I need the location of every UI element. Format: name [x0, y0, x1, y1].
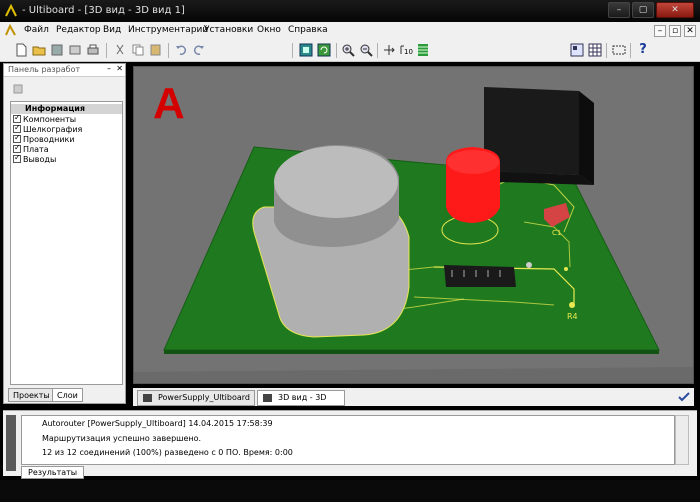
select-area-icon[interactable]: [612, 43, 626, 57]
output-line: 12 из 12 соединений (100%) разведено с 0…: [42, 448, 293, 457]
overlay-letter: A: [153, 79, 185, 128]
list-item[interactable]: Проводники: [13, 133, 75, 145]
close-button[interactable]: ✕: [656, 2, 694, 18]
menu-file[interactable]: Файл: [24, 25, 49, 35]
mdi-restore-button[interactable]: ▫: [669, 25, 681, 37]
output-line: Autorouter [PowerSupply_Ultiboard] 14.04…: [42, 419, 273, 428]
checkbox[interactable]: [13, 113, 21, 123]
zoom-in-icon[interactable]: [341, 43, 355, 57]
refresh-icon[interactable]: [317, 43, 331, 57]
board-doc-icon: [143, 394, 152, 402]
panel-close-button[interactable]: ✕: [116, 64, 123, 73]
new-icon[interactable]: [14, 43, 28, 57]
output-side-label: [6, 415, 16, 471]
menu-edit[interactable]: Редактор: [56, 25, 101, 35]
mdi-close-button[interactable]: ✕: [684, 25, 696, 37]
status-bar: [0, 480, 700, 502]
panel-pin-button[interactable]: –: [107, 64, 111, 73]
ic-chip: [444, 265, 516, 287]
tab-layers[interactable]: Слои: [52, 388, 83, 402]
panel-title: Панель разработ: [8, 65, 81, 74]
list-item[interactable]: Выводы: [13, 153, 56, 165]
tab-powersupply-ultiboard[interactable]: PowerSupply_Ultiboard *: [137, 390, 255, 416]
layer-list: Информация Компоненты Шелкография Провод…: [10, 101, 123, 385]
output-panel: Autorouter [PowerSupply_Ultiboard] 14.04…: [3, 410, 697, 479]
r4-label: R4: [567, 312, 578, 321]
heatsink-top: [274, 146, 398, 218]
minimize-button[interactable]: –: [608, 2, 630, 18]
document-tabs: PowerSupply_Ultiboard * 3D вид - 3D вид …: [133, 388, 694, 416]
zoom-fit-icon[interactable]: [299, 43, 313, 57]
panel-tool-icon[interactable]: [12, 83, 24, 95]
tab-3d-view[interactable]: 3D вид - 3D вид 1: [257, 390, 345, 416]
checkbox[interactable]: [13, 153, 21, 163]
c1-label: C1: [552, 229, 561, 237]
mdi-minimize-button[interactable]: –: [654, 25, 666, 37]
tab-projects[interactable]: Проекты: [8, 388, 55, 402]
save-icon[interactable]: [50, 43, 64, 57]
3d-view-doc-icon: [263, 394, 272, 402]
title-bar: - Ultiboard - [3D вид - 3D вид 1] – ▢ ✕: [0, 0, 700, 22]
cut-icon[interactable]: [113, 43, 127, 57]
board-view-icon[interactable]: [570, 43, 584, 57]
design-toolbox-panel: Панель разработ – ✕ Информация Компонент…: [3, 63, 126, 404]
undo-icon[interactable]: [174, 43, 188, 57]
checkbox[interactable]: [13, 123, 21, 133]
menu-window[interactable]: Окно: [257, 25, 281, 35]
group-header-info[interactable]: Информация: [11, 104, 122, 114]
tab-results[interactable]: Результаты: [21, 466, 85, 479]
menu-bar: Файл Редактор Вид Инструментарий Установ…: [0, 22, 700, 40]
open-icon[interactable]: [32, 43, 46, 57]
output-scrollbar[interactable]: [675, 415, 689, 465]
maximize-button[interactable]: ▢: [632, 2, 654, 18]
pcb-3d-scene: R4 C1: [134, 87, 693, 383]
zoom-out-icon[interactable]: [359, 43, 373, 57]
checkbox[interactable]: [13, 133, 21, 143]
check-icon[interactable]: [678, 392, 690, 402]
ultiboard-system-icon[interactable]: [4, 24, 17, 37]
output-log: Autorouter [PowerSupply_Ultiboard] 14.04…: [21, 415, 675, 465]
menu-view[interactable]: Вид: [103, 25, 121, 35]
3d-view-canvas[interactable]: R4 C1 A: [133, 66, 694, 384]
redo-icon[interactable]: [192, 43, 206, 57]
menu-options[interactable]: Установки: [204, 25, 253, 35]
window-title: - Ultiboard - [3D вид - 3D вид 1]: [22, 5, 185, 16]
list-item[interactable]: Компоненты: [13, 113, 76, 125]
flip-board-icon[interactable]: [382, 43, 396, 57]
checkbox[interactable]: [13, 143, 21, 153]
print-icon[interactable]: [86, 43, 100, 57]
ultiboard-app-icon[interactable]: [4, 4, 18, 18]
layer-icon[interactable]: 10: [399, 43, 413, 57]
grid-icon[interactable]: [416, 43, 430, 57]
copy-icon[interactable]: [131, 43, 145, 57]
main-toolbar: 10 ?: [0, 40, 700, 62]
list-item[interactable]: Шелкография: [13, 123, 82, 135]
panel-header: Панель разработ – ✕: [4, 64, 125, 77]
menu-help[interactable]: Справка: [288, 25, 328, 35]
menu-tools[interactable]: Инструментарий: [128, 25, 208, 35]
paste-icon[interactable]: [149, 43, 163, 57]
table-view-icon[interactable]: [588, 43, 602, 57]
output-line: Маршрутизация успешно завершено.: [42, 434, 202, 443]
svg-text:10: 10: [404, 48, 413, 56]
print-preview-icon[interactable]: [68, 43, 82, 57]
help-icon[interactable]: ?: [636, 43, 650, 57]
